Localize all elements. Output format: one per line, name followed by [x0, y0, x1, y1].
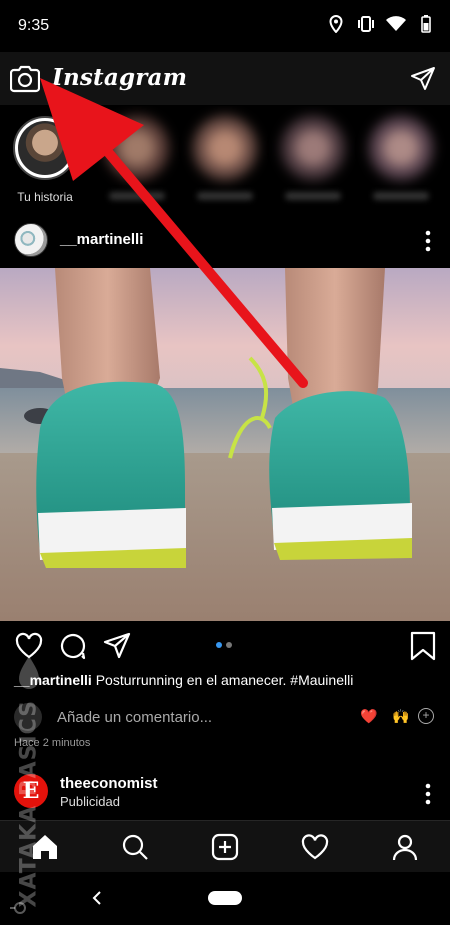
- stories-tray: Tu historia: [0, 106, 450, 214]
- like-icon[interactable]: [14, 631, 44, 661]
- avatar: [369, 116, 433, 180]
- avatar: [13, 116, 77, 180]
- carousel-dot: [226, 642, 232, 648]
- battery-icon: [416, 14, 436, 34]
- ad-post-header: E theeconomist Publicidad: [0, 766, 450, 818]
- caption-text: Posturrunning en el amanecer. #Mauinelli: [91, 672, 354, 688]
- story-own[interactable]: Tu historia: [10, 116, 80, 204]
- bottom-nav: [0, 820, 450, 872]
- post-photo[interactable]: [0, 268, 450, 621]
- app-title: Instagram: [52, 64, 188, 91]
- comment-row: Añade un comentario... ❤️ 🙌 +: [0, 700, 450, 734]
- share-icon[interactable]: [102, 631, 132, 661]
- comment-input[interactable]: Añade un comentario...: [57, 709, 212, 726]
- heart-emoji-button[interactable]: ❤️: [360, 708, 377, 725]
- activity-icon[interactable]: [301, 833, 329, 861]
- avatar: [193, 116, 257, 180]
- home-icon[interactable]: [31, 833, 59, 861]
- post-header: __martinelli: [0, 214, 450, 268]
- story-item[interactable]: [366, 116, 436, 200]
- home-pill-button[interactable]: [208, 891, 242, 905]
- add-emoji-icon[interactable]: +: [418, 708, 434, 724]
- story-label: [109, 192, 165, 200]
- carousel-indicator: [216, 642, 232, 648]
- comment-icon[interactable]: [58, 631, 88, 661]
- system-nav-bar: [0, 872, 450, 925]
- story-own-label: Tu historia: [17, 190, 73, 204]
- post-username[interactable]: __martinelli: [60, 231, 143, 248]
- status-bar: 9:35: [0, 0, 450, 52]
- more-options-icon[interactable]: [424, 229, 432, 253]
- status-time: 9:35: [18, 17, 50, 34]
- story-label: [285, 192, 341, 200]
- new-post-icon[interactable]: [211, 833, 239, 861]
- story-label: [373, 192, 429, 200]
- camera-icon[interactable]: [9, 65, 41, 93]
- direct-message-icon[interactable]: [410, 66, 436, 92]
- ad-label: Publicidad: [60, 794, 120, 809]
- avatar[interactable]: [14, 223, 48, 257]
- avatar: [105, 116, 169, 180]
- vibrate-icon: [356, 14, 376, 34]
- story-item[interactable]: [190, 116, 260, 200]
- story-label: [197, 192, 253, 200]
- raised-hands-emoji-button[interactable]: 🙌: [392, 708, 409, 725]
- app-header: Instagram: [0, 52, 450, 106]
- more-options-icon[interactable]: [424, 782, 432, 806]
- profile-icon[interactable]: [391, 833, 419, 861]
- avatar: [14, 703, 42, 731]
- post-caption: __martinelli Posturrunning en el amanece…: [14, 672, 353, 688]
- story-item[interactable]: [278, 116, 348, 200]
- search-icon[interactable]: [121, 833, 149, 861]
- ad-username[interactable]: theeconomist: [60, 775, 158, 792]
- wifi-icon: [386, 14, 406, 34]
- save-icon[interactable]: [410, 631, 436, 661]
- post-timestamp: Hace 2 minutos: [14, 737, 91, 749]
- location-icon: [326, 14, 346, 34]
- avatar[interactable]: E: [14, 774, 48, 808]
- avatar: [281, 116, 345, 180]
- caption-username[interactable]: __martinelli: [14, 672, 92, 688]
- status-icons: [326, 14, 436, 34]
- post-actions: [0, 621, 450, 671]
- story-item[interactable]: [102, 116, 172, 200]
- back-icon[interactable]: [90, 889, 104, 907]
- carousel-dot-active: [216, 642, 222, 648]
